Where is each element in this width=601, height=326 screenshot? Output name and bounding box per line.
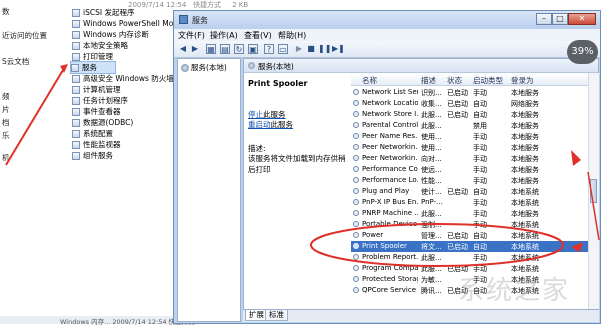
- highlight-circle: [310, 223, 564, 267]
- tutorial-annotations: [5, 64, 600, 267]
- annotation-arrow: [5, 69, 64, 166]
- annotation-arrowhead: [571, 242, 583, 252]
- annotation-arrowhead: [571, 150, 581, 166]
- annotation-arrow: [587, 171, 600, 241]
